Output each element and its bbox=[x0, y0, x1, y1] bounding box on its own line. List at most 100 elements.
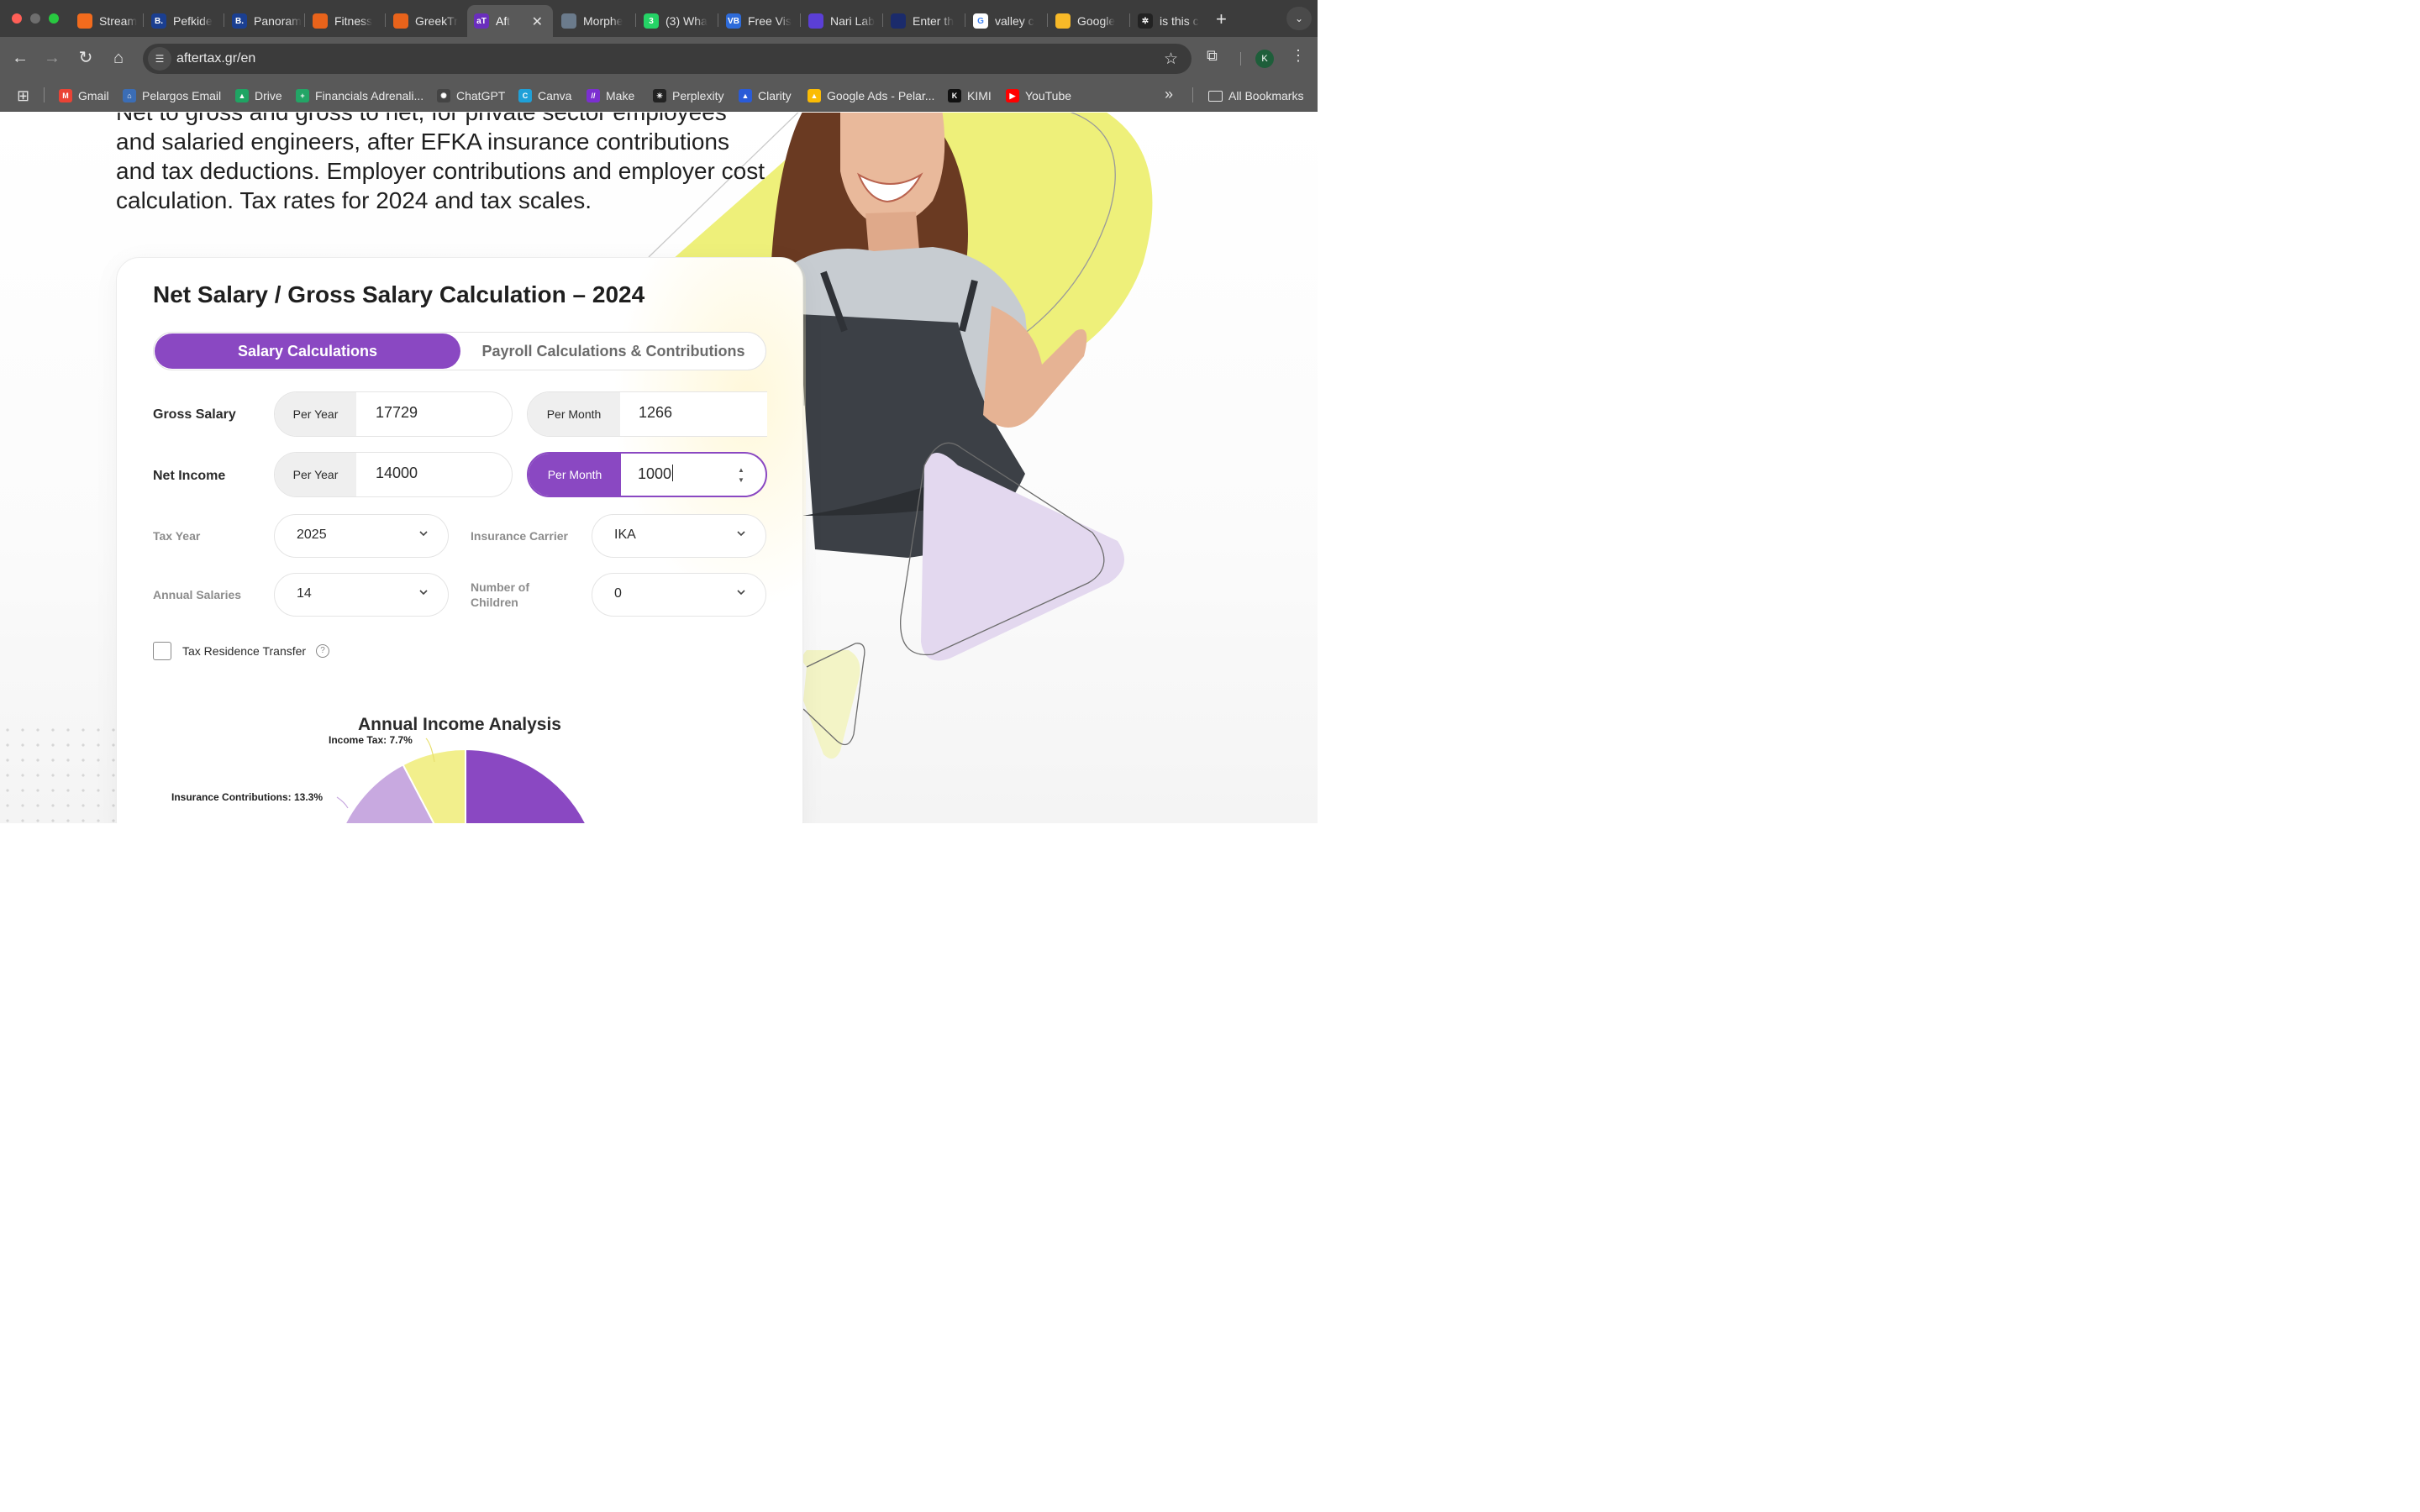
page-viewport: Net to gross and gross to net, for priva… bbox=[0, 113, 1318, 823]
bookmark-label: ChatGPT bbox=[456, 89, 506, 102]
close-tab-icon[interactable]: ✕ bbox=[532, 13, 543, 30]
browser-tab[interactable]: ✲ is this c bbox=[1131, 5, 1207, 37]
tax-residence-transfer-checkbox[interactable] bbox=[153, 642, 171, 660]
browser-tab[interactable]: 3 (3) Wha bbox=[637, 5, 718, 37]
tab-title: Fitness bbox=[334, 14, 373, 28]
tab-favicon-icon bbox=[313, 13, 328, 29]
tab-payroll-calculations[interactable]: Payroll Calculations & Contributions bbox=[461, 333, 765, 369]
decorative-dot-grid bbox=[0, 722, 118, 823]
tab-search-chevron-icon[interactable]: ⌄ bbox=[1286, 7, 1312, 30]
forward-arrow-icon[interactable]: → bbox=[42, 48, 62, 68]
browser-tab[interactable]: Google bbox=[1049, 5, 1129, 37]
extensions-puzzle-icon[interactable]: ⧉ bbox=[1207, 47, 1218, 65]
bookmark-favicon-icon: C bbox=[518, 89, 532, 102]
reload-icon[interactable]: ↻ bbox=[76, 48, 96, 68]
browser-tab[interactable]: B. Panoram bbox=[225, 5, 304, 37]
bookmark-item[interactable]: ▲ Google Ads - Pelar... bbox=[808, 87, 934, 104]
insurance-carrier-label: Insurance Carrier bbox=[471, 529, 568, 543]
help-question-icon[interactable]: ? bbox=[316, 644, 329, 658]
folder-icon bbox=[1208, 90, 1223, 102]
income-analysis-pie-chart: Income Tax: 7.7% Insurance Contributions:… bbox=[171, 734, 587, 823]
bookmark-star-icon[interactable]: ☆ bbox=[1164, 50, 1178, 69]
text-cursor bbox=[672, 465, 674, 481]
per-month-label: Per Month bbox=[529, 454, 621, 496]
tab-salary-calculations[interactable]: Salary Calculations bbox=[155, 333, 460, 369]
net-per-month-field[interactable]: Per Month 1000 ▲ ▼ bbox=[527, 452, 767, 497]
bookmark-item[interactable]: M Gmail bbox=[59, 87, 109, 104]
insurance-carrier-select[interactable]: IKA bbox=[592, 514, 766, 558]
bookmarks-bar: M Gmail ⌂ Pelargos Email ▲ Drive + Financials A… bbox=[0, 79, 1318, 112]
gross-per-month-input[interactable]: 1266 bbox=[639, 404, 672, 422]
browser-tab[interactable]: Morphe bbox=[555, 5, 635, 37]
bookmark-label: KIMI bbox=[967, 89, 992, 102]
apps-grid-icon[interactable]: ⊞ bbox=[17, 87, 29, 105]
profile-avatar[interactable]: K bbox=[1255, 50, 1274, 68]
annual-salaries-select[interactable]: 14 bbox=[274, 573, 449, 617]
browser-tab[interactable]: B. Pefkide bbox=[145, 5, 224, 37]
bookmark-item[interactable]: ✳ Perplexity bbox=[653, 87, 723, 104]
bookmark-item[interactable]: K KIMI bbox=[948, 87, 992, 104]
close-window-button[interactable] bbox=[12, 13, 22, 24]
tax-year-select[interactable]: 2025 bbox=[274, 514, 449, 558]
chevron-down-icon bbox=[419, 590, 428, 596]
browser-tab-strip: Stream B. Pefkide B. Panoram Fitness GreekTr aT… bbox=[0, 0, 1318, 37]
minimize-window-button[interactable] bbox=[30, 13, 40, 24]
bookmark-favicon-icon: ▶ bbox=[1006, 89, 1019, 102]
bookmark-label: Pelargos Email bbox=[142, 89, 222, 102]
bookmark-favicon-icon: ▲ bbox=[235, 89, 249, 102]
new-tab-button[interactable]: + bbox=[1216, 8, 1227, 30]
browser-tab[interactable]: GreekTr bbox=[387, 5, 466, 37]
bookmark-item[interactable]: ▲ Clarity bbox=[739, 87, 792, 104]
tab-favicon-icon: 3 bbox=[644, 13, 659, 29]
tab-favicon-icon bbox=[77, 13, 92, 29]
browser-tab[interactable]: Stream bbox=[71, 5, 143, 37]
tab-divider bbox=[143, 13, 144, 27]
tax-residence-transfer-label[interactable]: Tax Residence Transfer bbox=[182, 644, 306, 658]
bookmark-favicon-icon: K bbox=[948, 89, 961, 102]
number-of-children-select[interactable]: 0 bbox=[592, 573, 766, 617]
browser-menu-icon[interactable]: ⋮ bbox=[1291, 47, 1306, 65]
all-bookmarks-folder[interactable]: All Bookmarks bbox=[1208, 87, 1303, 104]
bookmark-favicon-icon: M bbox=[59, 89, 72, 102]
browser-tab[interactable]: VB Free Vis bbox=[719, 5, 800, 37]
bookmark-label: Gmail bbox=[78, 89, 109, 102]
bookmark-item[interactable]: ▲ Drive bbox=[235, 87, 282, 104]
bookmark-item[interactable]: // Make bbox=[587, 87, 634, 104]
bookmark-item[interactable]: C Canva bbox=[518, 87, 571, 104]
gross-per-year-field[interactable]: Per Year 17729 bbox=[274, 391, 513, 437]
browser-tab[interactable]: Nari Lab bbox=[802, 5, 882, 37]
pie-label-income-tax: Income Tax: 7.7% bbox=[329, 734, 413, 746]
gross-per-month-field[interactable]: Per Month 1266 bbox=[527, 391, 767, 437]
site-info-icon[interactable]: ☰ bbox=[148, 47, 171, 71]
more-bookmarks-chevron-icon[interactable]: » bbox=[1165, 86, 1173, 103]
url-text[interactable]: aftertax.gr/en bbox=[176, 51, 255, 66]
browser-toolbar: ← → ↻ ⌂ ☰ aftertax.gr/en ☆ ⧉ K ⋮ bbox=[0, 37, 1318, 79]
net-per-year-field[interactable]: Per Year 14000 bbox=[274, 452, 513, 497]
net-per-month-input[interactable]: 1000 bbox=[638, 465, 674, 483]
net-per-year-input[interactable]: 14000 bbox=[376, 465, 418, 482]
bookmark-item[interactable]: ✺ ChatGPT bbox=[437, 87, 505, 104]
bookmark-item[interactable]: + Financials Adrenali... bbox=[296, 87, 424, 104]
browser-tab[interactable]: Fitness bbox=[306, 5, 385, 37]
bookmark-item[interactable]: ▶ YouTube bbox=[1006, 87, 1071, 104]
maximize-window-button[interactable] bbox=[49, 13, 59, 24]
gross-per-year-input[interactable]: 17729 bbox=[376, 404, 418, 422]
tab-divider bbox=[1129, 13, 1130, 27]
address-bar[interactable]: ☰ aftertax.gr/en ☆ bbox=[143, 44, 1192, 74]
browser-tab[interactable]: Gvalley c bbox=[966, 5, 1047, 37]
browser-tab[interactable]: aT Aft ✕ bbox=[467, 5, 553, 37]
tab-title: is this c bbox=[1160, 14, 1199, 28]
bookmark-item[interactable]: ⌂ Pelargos Email bbox=[123, 87, 221, 104]
page-intro-text: Net to gross and gross to net, for priva… bbox=[116, 113, 765, 213]
tab-title: Aft bbox=[496, 14, 511, 28]
home-icon[interactable]: ⌂ bbox=[108, 48, 129, 68]
all-bookmarks-label: All Bookmarks bbox=[1228, 89, 1304, 102]
tab-title: Morphe bbox=[583, 14, 623, 28]
back-arrow-icon[interactable]: ← bbox=[10, 48, 30, 68]
pie-leader-line bbox=[336, 796, 349, 809]
net-per-month-value: 1000 bbox=[638, 465, 672, 482]
chevron-down-icon bbox=[737, 590, 745, 596]
bookmark-favicon-icon: // bbox=[587, 89, 600, 102]
browser-tab[interactable]: Enter th bbox=[884, 5, 965, 37]
number-spinner-icon[interactable]: ▲ ▼ bbox=[737, 465, 745, 486]
